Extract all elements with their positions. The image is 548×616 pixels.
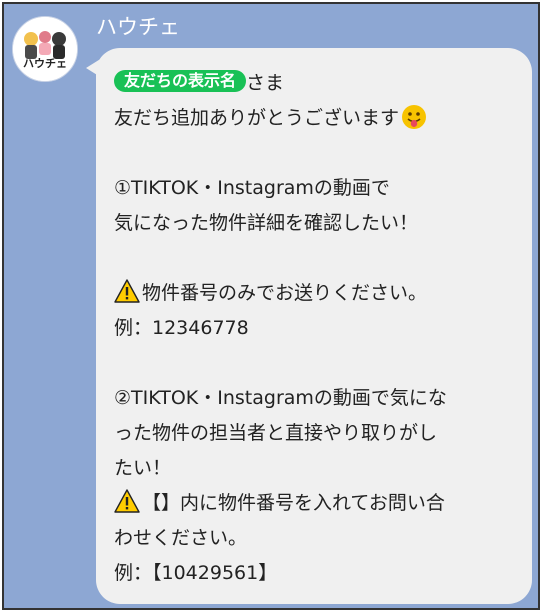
section2-note-line2: わせください。 [114, 527, 248, 549]
section2-line3: たい！ [114, 457, 172, 479]
chat-window: ハウチェ ハウチェ 友だちの表示名 さま 友だち追加ありがとうございます ①TIK… [2, 2, 540, 610]
thanks-line: 友だち追加ありがとうございます [114, 101, 524, 136]
avatar[interactable]: ハウチェ [12, 16, 78, 82]
name-tag: 友だちの表示名 [114, 70, 247, 92]
section2-line2: った物件の担当者と直接やり取りがし [114, 422, 438, 444]
warning-icon [114, 489, 140, 513]
greeting-suffix: さま [246, 72, 285, 94]
warning-icon [114, 279, 140, 303]
section2-note-line: 【】内に物件番号を入れてお問い合 [114, 486, 524, 521]
tongue-face-icon [402, 105, 427, 129]
message-text: 友だちの表示名 さま 友だち追加ありがとうございます ①TIKTOK・Instag… [114, 66, 524, 591]
avatar-logo: ハウチェ [13, 17, 77, 81]
thanks-text: 友だち追加ありがとうございます [114, 107, 400, 129]
section1-note-line: 物件番号のみでお送りください。 [114, 276, 524, 311]
section2-note: 【】内に物件番号を入れてお問い合 [142, 492, 445, 514]
avatar-logo-text: ハウチェ [23, 57, 67, 70]
section2-line1: ②TIKTOK・Instagramの動画で気にな [114, 387, 447, 409]
section1-example: 例：12346778 [114, 317, 249, 339]
section1-line1: ①TIKTOK・Instagramの動画で [114, 177, 390, 199]
section1-note: 物件番号のみでお送りください。 [142, 282, 428, 304]
section1-line2: 気になった物件詳細を確認したい！ [114, 212, 419, 234]
greeting-line: 友だちの表示名 さま [114, 66, 524, 101]
section2-example: 例：【10429561】 [114, 562, 278, 584]
sender-name: ハウチェ [96, 15, 180, 39]
